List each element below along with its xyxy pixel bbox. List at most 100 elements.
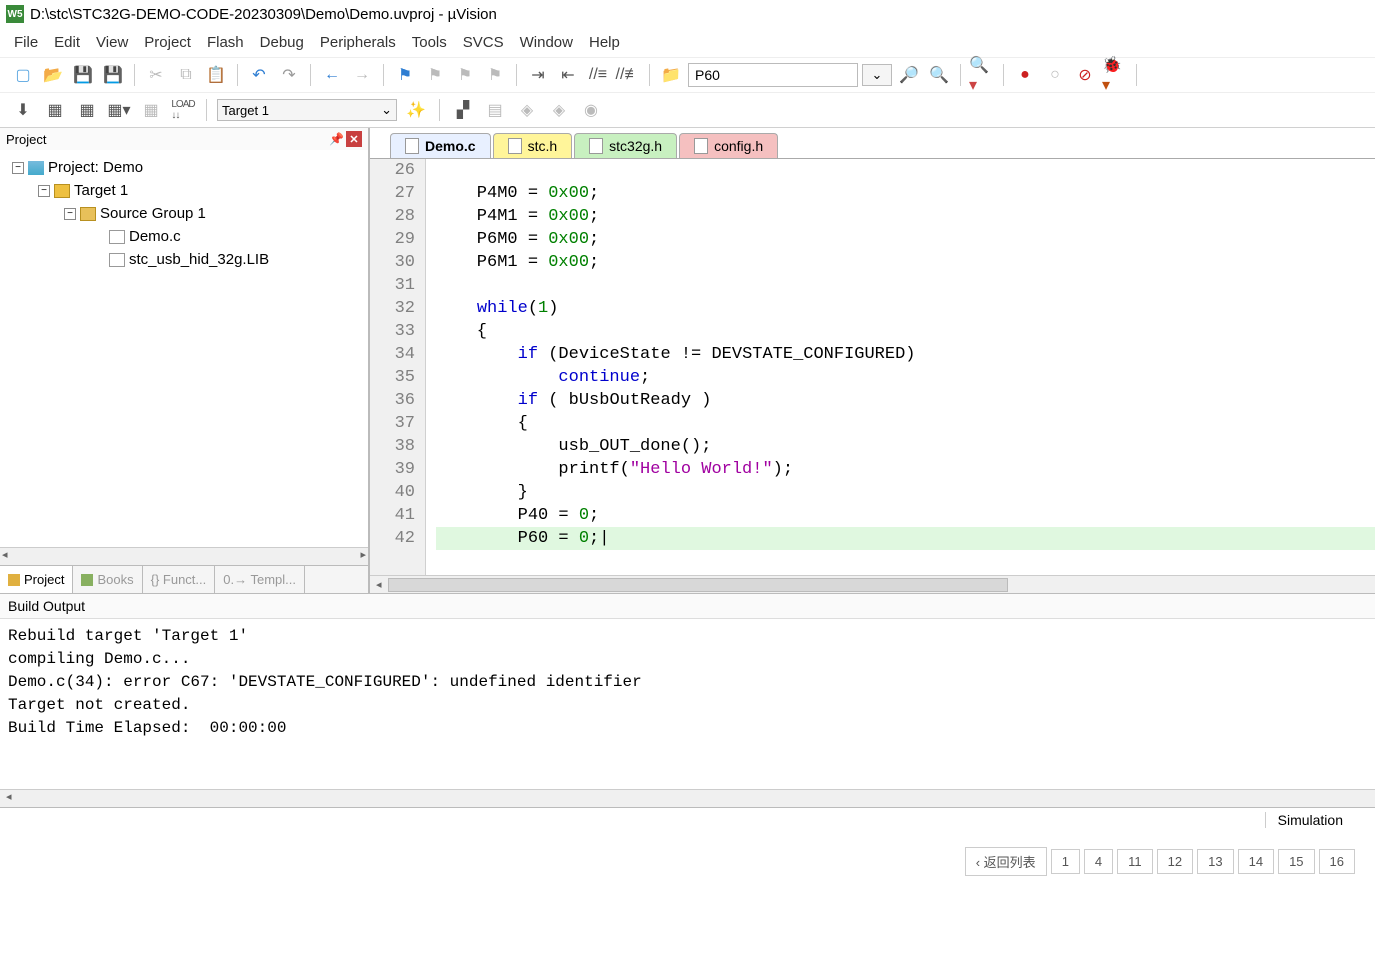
bookmark-toggle-icon[interactable]: ⚑ [392, 62, 418, 88]
menu-flash[interactable]: Flash [207, 34, 244, 51]
breakpoint-kill-icon[interactable]: ⊘ [1072, 62, 1098, 88]
pager-back[interactable]: ‹ 返回列表 [965, 847, 1047, 876]
code-body[interactable]: P4M0 = 0x00; P4M1 = 0x00; P6M0 = 0x00; P… [426, 159, 1375, 575]
multi-project-icon[interactable]: ▤ [482, 97, 508, 123]
project-folder-icon[interactable]: 📁 [658, 62, 684, 88]
separator [206, 99, 207, 121]
open-file-icon[interactable]: 📂 [40, 62, 66, 88]
find-combo[interactable]: P60 [688, 63, 858, 87]
manage-icon[interactable]: ▞ [450, 97, 476, 123]
tab-label: Project [24, 572, 64, 587]
code-editor[interactable]: 2627282930313233343536373839404142 P4M0 … [370, 158, 1375, 575]
file-icon [589, 138, 603, 154]
separator [1003, 64, 1004, 86]
pager-page[interactable]: 16 [1319, 849, 1355, 874]
menu-debug[interactable]: Debug [260, 34, 304, 51]
save-icon[interactable]: 💾 [70, 62, 96, 88]
breakpoint-enable-icon[interactable]: ○ [1042, 62, 1068, 88]
scroll-left-icon[interactable]: ◂ [370, 578, 388, 591]
cut-icon[interactable]: ✂ [143, 62, 169, 88]
batch-build-icon[interactable]: ▦▾ [106, 97, 132, 123]
pack-installer-icon[interactable]: ◉ [578, 97, 604, 123]
tab-templates[interactable]: 0.→ Templ... [215, 566, 305, 593]
breakpoint-disable-icon[interactable]: 🐞▾ [1102, 62, 1128, 88]
pager-page[interactable]: 1 [1051, 849, 1080, 874]
download-icon[interactable]: LOAD↓↓ [170, 97, 196, 123]
menu-view[interactable]: View [96, 34, 128, 51]
tree-label: Project: Demo [48, 159, 143, 176]
new-file-icon[interactable]: ▢ [10, 62, 36, 88]
find-dropdown[interactable]: ⌄ [862, 64, 892, 86]
menu-svcs[interactable]: SVCS [463, 34, 504, 51]
pager-page[interactable]: 13 [1197, 849, 1233, 874]
project-scrollbar[interactable]: ◂▸ [0, 547, 368, 565]
manage-rtx-icon[interactable]: ◈ [514, 97, 540, 123]
file-tab-config-h[interactable]: config.h [679, 133, 778, 158]
tab-books[interactable]: Books [73, 566, 142, 593]
pager-page[interactable]: 11 [1117, 849, 1153, 874]
undo-icon[interactable]: ↶ [246, 62, 272, 88]
pager-page[interactable]: 12 [1157, 849, 1193, 874]
collapse-icon[interactable]: − [38, 185, 50, 197]
tree-file[interactable]: stc_usb_hid_32g.LIB [4, 248, 364, 271]
indent-icon[interactable]: ⇥ [525, 62, 551, 88]
separator [960, 64, 961, 86]
paste-icon[interactable]: 📋 [203, 62, 229, 88]
file-tab-demo-c[interactable]: Demo.c [390, 133, 491, 158]
build-output[interactable]: Rebuild target 'Target 1' compiling Demo… [0, 619, 1375, 789]
tree-file[interactable]: Demo.c [4, 225, 364, 248]
pager-page[interactable]: 14 [1238, 849, 1274, 874]
tree-target[interactable]: − Target 1 [4, 179, 364, 202]
menu-tools[interactable]: Tools [412, 34, 447, 51]
build-icon[interactable]: ▦ [42, 97, 68, 123]
separator [649, 64, 650, 86]
menu-file[interactable]: File [14, 34, 38, 51]
tab-functions[interactable]: {} Funct... [143, 566, 216, 593]
stop-build-icon[interactable]: ▦ [138, 97, 164, 123]
pager-page[interactable]: 15 [1278, 849, 1314, 874]
target-combo[interactable]: Target 1⌄ [217, 99, 397, 121]
main-area: Project 📌 ✕ − Project: Demo − Target 1 −… [0, 128, 1375, 593]
file-tab-stc-h[interactable]: stc.h [493, 133, 573, 158]
translate-icon[interactable]: ⬇ [10, 97, 36, 123]
file-tab-stc32g-h[interactable]: stc32g.h [574, 133, 677, 158]
target-options-icon[interactable]: ✨ [403, 97, 429, 123]
comment-icon[interactable]: //≡ [585, 62, 611, 88]
rebuild-icon[interactable]: ▦ [74, 97, 100, 123]
close-panel-icon[interactable]: ✕ [346, 131, 362, 147]
menu-window[interactable]: Window [520, 34, 573, 51]
build-scrollbar[interactable]: ◂ [0, 789, 1375, 807]
find-in-files-icon[interactable]: 🔎 [896, 62, 922, 88]
collapse-icon[interactable]: − [12, 162, 24, 174]
uncomment-icon[interactable]: //≢ [615, 62, 641, 88]
editor-hscroll[interactable]: ◂ [370, 575, 1375, 593]
menu-edit[interactable]: Edit [54, 34, 80, 51]
debug-start-icon[interactable]: 🔍▾ [969, 62, 995, 88]
save-all-icon[interactable]: 💾 [100, 62, 126, 88]
outdent-icon[interactable]: ⇤ [555, 62, 581, 88]
scroll-thumb[interactable] [388, 578, 1008, 592]
tab-label: 0.→ Templ... [223, 572, 296, 587]
menu-project[interactable]: Project [144, 34, 191, 51]
nav-fwd-icon[interactable]: → [349, 62, 375, 88]
bookmark-clear-icon[interactable]: ⚑ [482, 62, 508, 88]
pager-page[interactable]: 4 [1084, 849, 1113, 874]
redo-icon[interactable]: ↷ [276, 62, 302, 88]
menu-help[interactable]: Help [589, 34, 620, 51]
menu-peripherals[interactable]: Peripherals [320, 34, 396, 51]
collapse-icon[interactable]: − [64, 208, 76, 220]
tree-group[interactable]: − Source Group 1 [4, 202, 364, 225]
nav-back-icon[interactable]: ← [319, 62, 345, 88]
project-tree[interactable]: − Project: Demo − Target 1 − Source Grou… [0, 150, 368, 547]
editor-area: Demo.c stc.h stc32g.h config.h 262728293… [370, 128, 1375, 593]
file-icon [405, 138, 419, 154]
tab-project[interactable]: Project [0, 566, 73, 593]
bookmark-prev-icon[interactable]: ⚑ [422, 62, 448, 88]
breakpoint-insert-icon[interactable]: ● [1012, 62, 1038, 88]
incremental-find-icon[interactable]: 🔍 [926, 62, 952, 88]
copy-icon[interactable]: ⧉ [173, 62, 199, 88]
tree-root[interactable]: − Project: Demo [4, 156, 364, 179]
pin-icon[interactable]: 📌 [329, 132, 344, 146]
bookmark-next-icon[interactable]: ⚑ [452, 62, 478, 88]
select-packs-icon[interactable]: ◈ [546, 97, 572, 123]
